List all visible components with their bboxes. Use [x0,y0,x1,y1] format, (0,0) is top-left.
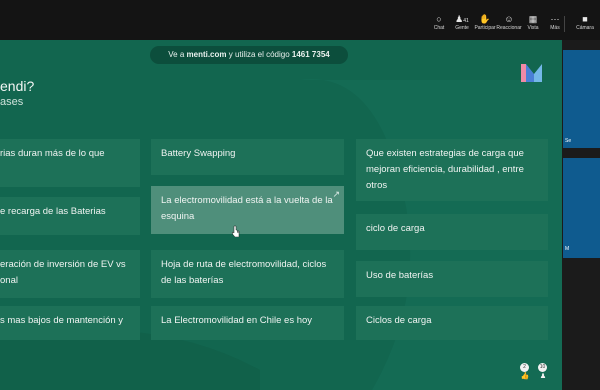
response-text: ciclo de carga [366,223,425,234]
join-prefix: Ve a [168,50,185,59]
join-code: 1461 7354 [291,50,330,59]
response-card[interactable]: Battery Swapping [151,139,344,175]
participant-counter: 10 ♟ [538,363,548,381]
participant-tile[interactable]: M [563,158,600,258]
response-card[interactable]: ciclo de carga [356,214,548,250]
response-card[interactable]: Que existen estrategias de carga que mej… [356,139,548,201]
mouse-pointer-icon [232,225,240,237]
camera-button[interactable]: ■ Cámara [570,14,600,31]
join-mid: y utiliza el código [228,50,290,59]
response-card[interactable]: La Electromovilidad en Chile es hoy [151,306,344,340]
response-text: Uso de baterías [366,270,434,281]
join-site: menti.com [186,50,227,59]
response-card[interactable]: e recarga de las Baterias [0,197,140,235]
raise-hand-label: Participar [474,25,496,31]
like-count: 2 [520,363,529,372]
thumbs-up-icon: 👍 [520,373,530,380]
camera-label: Cámara [576,25,594,31]
meeting-toolbar: ○ Chat ♟41 Gente ✋ Participar ☺ Reaccion… [0,0,600,40]
response-card[interactable]: Uso de baterías [356,261,548,297]
response-card[interactable]: rias duran más de lo que [0,139,140,187]
people-count: 41 [463,18,469,24]
person-icon: ♟ [539,373,547,380]
toolbar-divider [564,16,565,32]
response-card[interactable]: s mas bajos de mantención y [0,306,140,340]
response-text: Que existen estrategias de carga que mej… [366,148,524,191]
response-text: rias duran más de lo que [0,148,105,159]
more-button[interactable]: ⋯ Más [540,14,570,31]
like-counter: 2 👍 [520,363,530,381]
participant-strip: Se M [562,40,600,390]
response-text: eración de inversión de EV vs onal [0,259,126,286]
shared-slide: Ve a menti.com y utiliza el código 1461 … [0,40,562,390]
more-label: Más [550,25,560,31]
response-card-highlighted[interactable]: La electromovilidad está a la vuelta de … [151,186,344,234]
mentimeter-logo [521,64,542,82]
response-text: Battery Swapping [161,148,236,159]
question-subtitle: ases [0,96,24,108]
response-card[interactable]: Ciclos de carga [356,306,548,340]
response-text: La Electromovilidad en Chile es hoy [161,315,313,326]
chat-label: Chat [433,25,445,31]
views-label: Vista [527,25,539,31]
more-icon: ⋯ [550,14,560,24]
response-text: La electromovilidad está a la vuelta de … [161,195,333,222]
participant-name: Se [565,138,572,144]
response-text: Ciclos de carga [366,315,432,326]
participant-name: M [565,246,570,252]
expand-icon[interactable]: ↗ [332,190,340,199]
question-title: endi? [0,78,35,94]
camera-icon: ■ [582,14,588,24]
response-text: Hoja de ruta de electromovilidad, ciclos… [161,259,327,286]
response-card[interactable]: Hoja de ruta de electromovilidad, ciclos… [151,250,344,298]
response-text: s mas bajos de mantención y [0,315,124,326]
response-text: e recarga de las Baterias [0,206,106,217]
people-label: Gente [455,25,469,31]
participant-tile[interactable]: Se [563,50,600,148]
participant-count: 10 [538,363,547,372]
join-instructions: Ve a menti.com y utiliza el código 1461 … [150,46,348,64]
response-card[interactable]: eración de inversión de EV vs onal [0,250,140,298]
